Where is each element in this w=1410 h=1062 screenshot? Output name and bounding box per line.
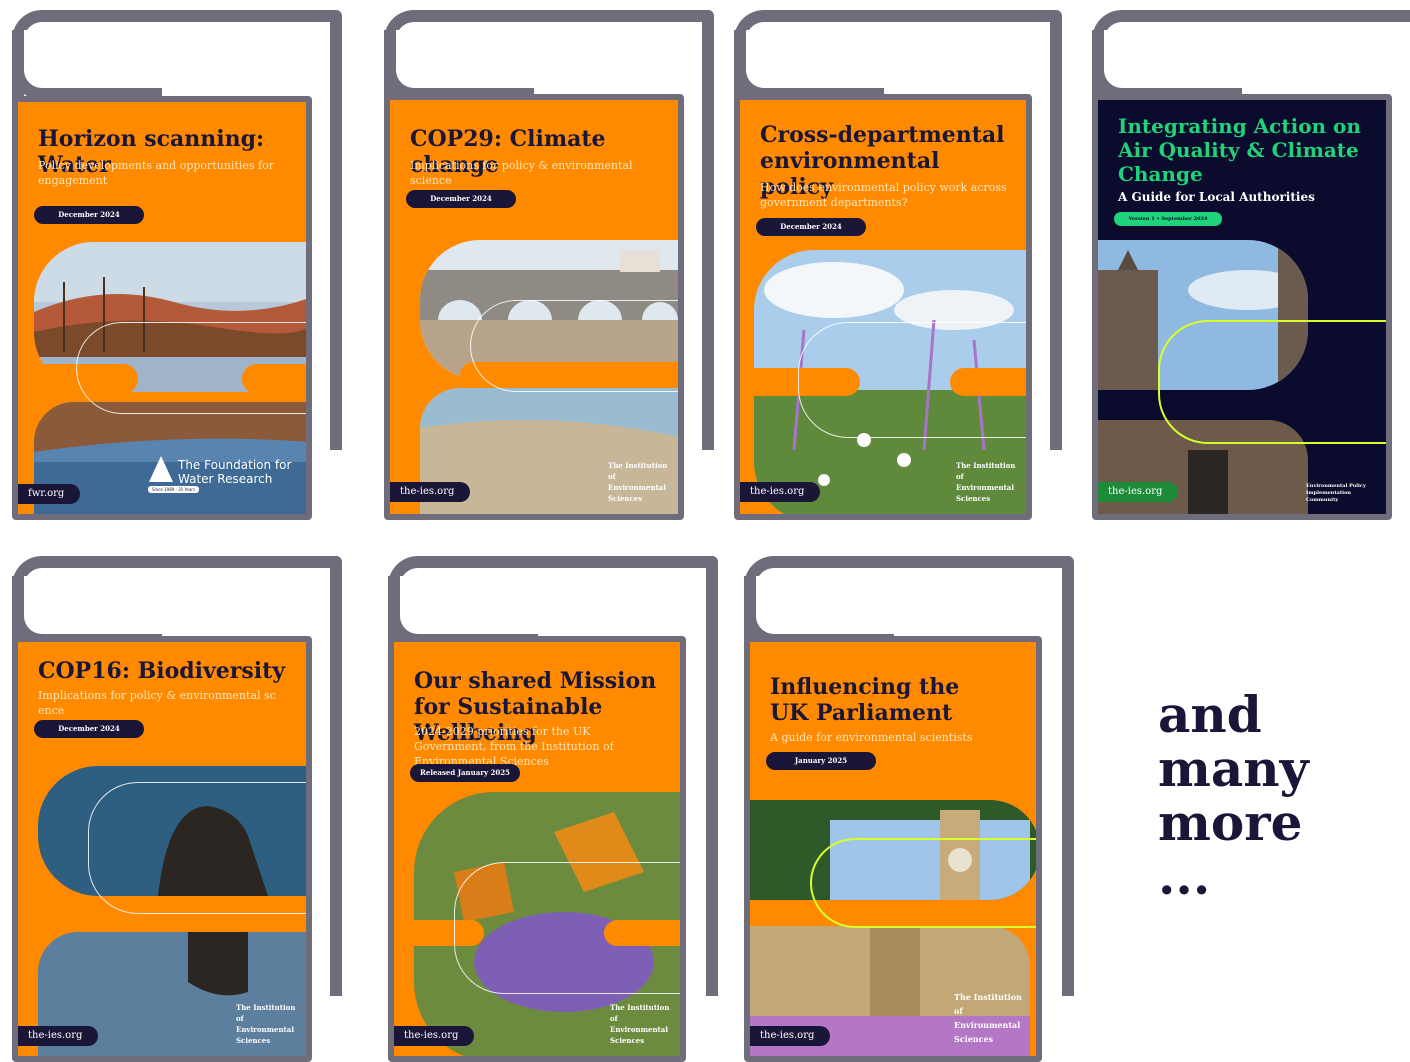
more-line: more [1158,793,1303,852]
decorative-curve [1158,320,1386,444]
publication-card[interactable]: Integrating Action on Air Quality & Clim… [1092,10,1410,520]
url-badge[interactable]: fwr.org [18,484,81,504]
date-badge: Released January 2025 [410,764,520,782]
report-cover: COP29: Climate change Implications for p… [384,94,684,520]
ellipsis: ... [1158,847,1211,906]
folder-notch [1092,30,1242,100]
folder-notch [384,30,534,100]
epic-logo-text: Environmental Policy Implementation Comm… [1306,483,1366,503]
publication-card[interactable]: COP16: Biodiversity Implications for pol… [12,556,342,1062]
date-badge: December 2024 [756,218,866,236]
decorative-curve [798,322,1026,438]
report-cover: Integrating Action on Air Quality & Clim… [1092,94,1392,520]
logo-text: The Foundation for Water Research [178,458,292,486]
date-badge: Version 1 • September 2024 [1114,212,1222,226]
cover-subtitle: A Guide for Local Authorities [1118,190,1315,204]
ies-logo-text: The Institution of Environmental Science… [956,461,1016,503]
decorative-curve [470,300,678,392]
publication-card[interactable]: Cross-departmental environmental policy … [734,10,1064,520]
decorative-curve [454,862,680,994]
cover-subtitle: 2024-2029 priorities for the UK Governme… [414,725,614,768]
folder-notch [734,30,884,100]
cover-subtitle: A guide for environmental scientists [770,731,973,744]
folder-notch [12,30,162,100]
triangle-logo-icon [149,456,173,482]
url-badge[interactable]: the-ies.org [750,1026,831,1046]
publication-card[interactable]: COP29: Climate change Implications for p… [384,10,714,520]
cover-subtitle: Implications for policy & environmental … [410,159,633,187]
more-line: many [1158,739,1309,798]
report-cover: Cross-departmental environmental policy … [734,94,1032,520]
cover-title: Influencing the UK Parliament [770,674,960,726]
url-badge[interactable]: the-ies.org [390,482,471,502]
ies-logo-text: The Institution of Environmental Science… [610,1003,670,1045]
date-badge: December 2024 [34,206,144,224]
report-cover: Influencing the UK Parliament A guide fo… [744,636,1042,1062]
publication-card[interactable]: Horizon scanning: Water Policy developme… [12,10,342,520]
cover-subtitle: How does environmental policy work acros… [760,181,1007,209]
report-cover: COP16: Biodiversity Implications for pol… [12,636,312,1062]
decorative-curve [76,322,306,414]
publication-card[interactable]: Influencing the UK Parliament A guide fo… [744,556,1074,1062]
logo-tagline: Since 1989 · 35 Years [148,486,200,493]
cover-subtitle: Policy developments and opportunities fo… [38,159,274,187]
date-badge: December 2024 [406,190,516,208]
decorative-curve [88,782,306,914]
url-badge[interactable]: the-ies.org [1098,482,1179,502]
more-publications-text: and many more ... [1158,688,1309,904]
url-badge[interactable]: the-ies.org [18,1026,99,1046]
ies-logo-text: The Institution of Environmental Science… [954,992,1022,1044]
date-badge: January 2025 [766,752,876,770]
publication-card[interactable]: Our shared Mission for Sustainable Wellb… [388,556,718,1062]
ies-logo-text: The Institution of Environmental Science… [236,1003,296,1045]
fwr-logo: The Foundation for Water Research Since … [148,454,298,498]
report-cover: Horizon scanning: Water Policy developme… [12,96,312,520]
date-badge: December 2024 [34,720,144,738]
cover-subtitle: Implications for policy & environmental … [38,689,276,717]
decorative-curve [810,838,1036,928]
cover-title: Integrating Action on Air Quality & Clim… [1118,114,1361,186]
report-cover: Our shared Mission for Sustainable Wellb… [388,636,686,1062]
url-badge[interactable]: the-ies.org [394,1026,475,1046]
cover-title: COP16: Biodiversity [38,658,286,684]
more-line: and [1158,685,1262,744]
ies-logo-text: The Institution of Environmental Science… [608,461,668,503]
url-badge[interactable]: the-ies.org [740,482,821,502]
